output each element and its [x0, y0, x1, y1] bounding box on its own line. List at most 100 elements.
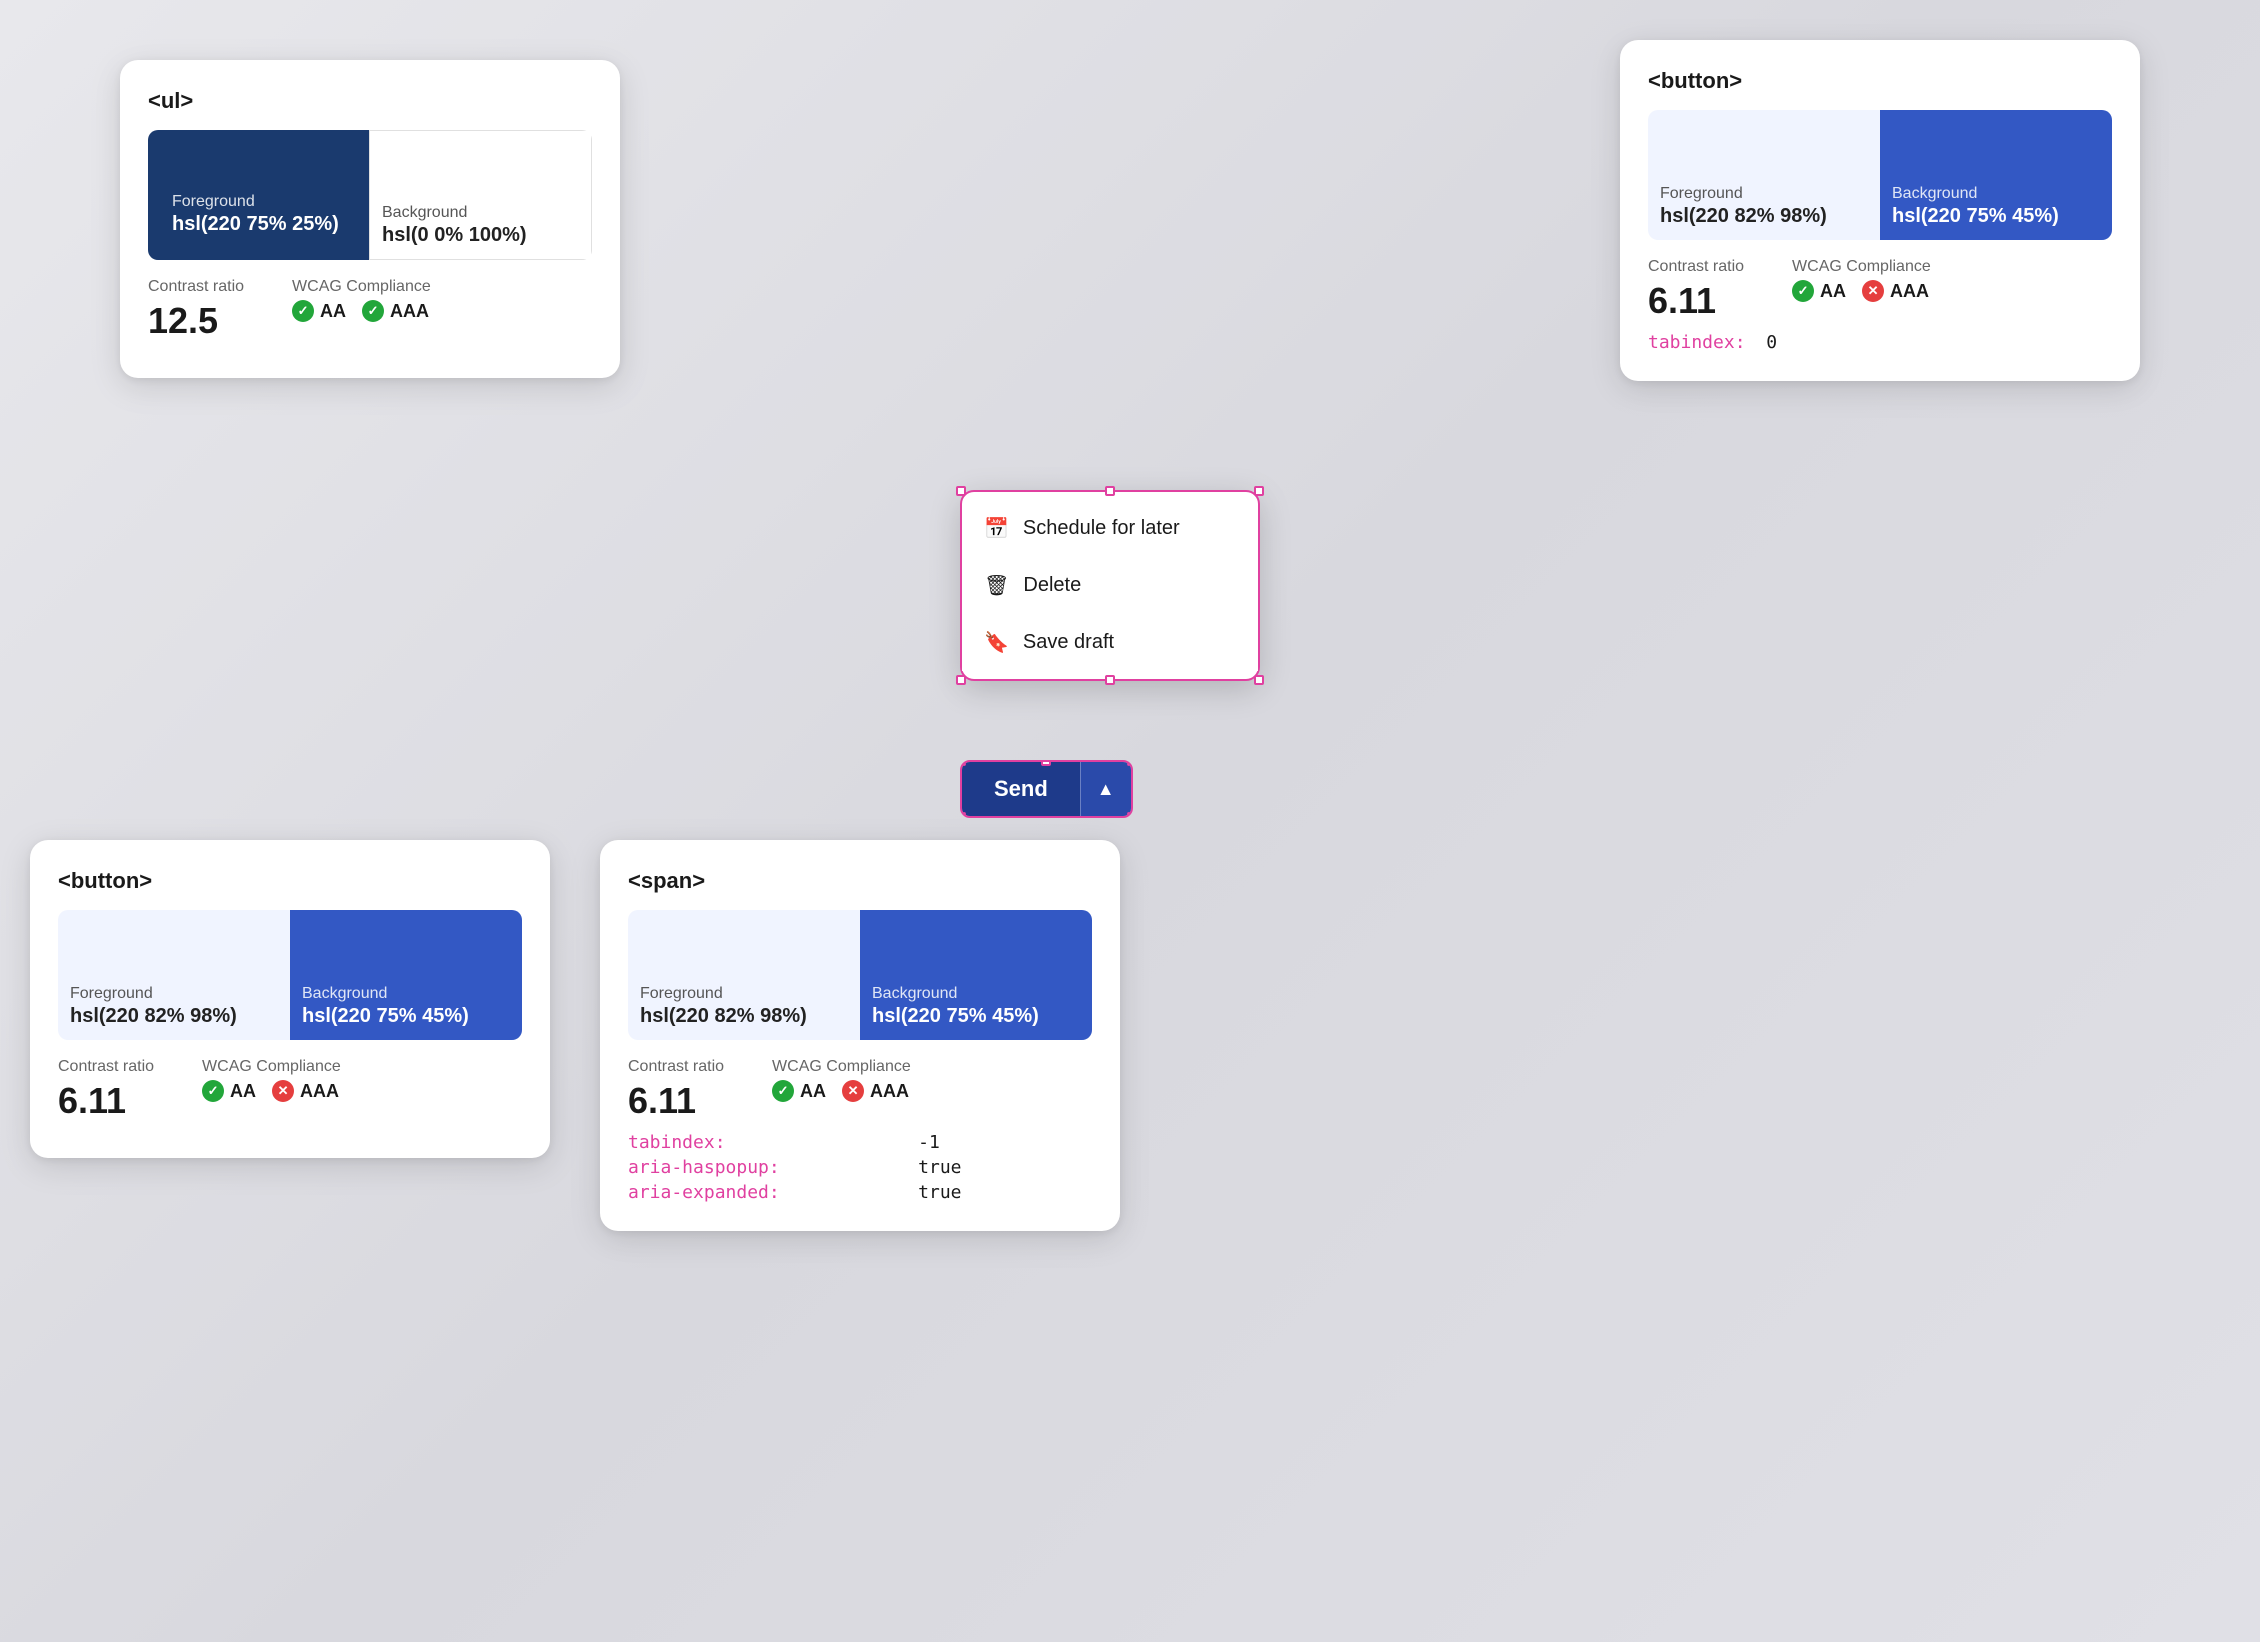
- contrast-label-btn-bl: Contrast ratio: [58, 1058, 154, 1076]
- aa-label-btn-bl: AA: [230, 1081, 256, 1102]
- aaa-label-ul: AAA: [390, 301, 429, 322]
- chevron-button[interactable]: ▲: [1080, 762, 1131, 816]
- handle-br-dropdown: [1254, 675, 1264, 685]
- aa-label-ul: AA: [320, 301, 346, 322]
- wcag-badges-span-br: ✓ AA ✕ AAA: [772, 1080, 911, 1102]
- badge-aaa-btn-tr: ✕ AAA: [1862, 280, 1929, 302]
- aria-haspopup-attr-value-span-br: true: [918, 1157, 1092, 1178]
- aa-label-btn-tr: AA: [1820, 281, 1846, 302]
- save-draft-label: Save draft: [1023, 631, 1114, 654]
- info-row-span-br: Contrast ratio 6.11 WCAG Compliance ✓ AA…: [628, 1058, 1092, 1122]
- aa-pass-icon-span-br: ✓: [772, 1080, 794, 1102]
- fg-label-span-br: Foreground: [640, 985, 848, 1003]
- wcag-label-btn-bl: WCAG Compliance: [202, 1058, 341, 1076]
- aaa-label-span-br: AAA: [870, 1081, 909, 1102]
- bg-value-ul: hsl(0 0% 100%): [382, 224, 579, 247]
- handle-tl-dropdown: [956, 486, 966, 496]
- aria-expanded-attr-value-span-br: true: [918, 1182, 1092, 1203]
- wcag-label-span-br: WCAG Compliance: [772, 1058, 911, 1076]
- tabindex-row-btn-tr: tabindex: 0: [1648, 332, 2112, 353]
- contrast-group-btn-bl: Contrast ratio 6.11: [58, 1058, 154, 1122]
- aaa-fail-icon-btn-tr: ✕: [1862, 280, 1884, 302]
- fg-label-btn-bl: Foreground: [70, 985, 278, 1003]
- bg-label-ul: Background: [382, 204, 579, 222]
- aa-pass-icon-btn-bl: ✓: [202, 1080, 224, 1102]
- aaa-fail-icon-span-br: ✕: [842, 1080, 864, 1102]
- color-swatches-span-br: Foreground hsl(220 82% 98%) Background h…: [628, 910, 1092, 1040]
- swatch-background-span-br: Background hsl(220 75% 45%): [860, 910, 1092, 1040]
- card-btn-tr-tag: <button>: [1648, 68, 2112, 94]
- wcag-badges-ul: ✓ AA ✓ AAA: [292, 300, 431, 322]
- badge-aaa-span-br: ✕ AAA: [842, 1080, 909, 1102]
- bg-value-span-br: hsl(220 75% 45%): [872, 1005, 1080, 1028]
- fg-value-ul: hsl(220 75% 25%): [172, 213, 345, 236]
- aria-expanded-attr-name-span-br: aria-expanded:: [628, 1182, 910, 1203]
- color-swatches-btn-bl: Foreground hsl(220 82% 98%) Background h…: [58, 910, 522, 1040]
- handle-tr-dropdown: [1254, 486, 1264, 496]
- handle-br-send: [1127, 812, 1133, 818]
- wcag-group-span-br: WCAG Compliance ✓ AA ✕ AAA: [772, 1058, 911, 1102]
- bg-value-btn-bl: hsl(220 75% 45%): [302, 1005, 510, 1028]
- contrast-value-btn-bl: 6.11: [58, 1080, 154, 1122]
- send-button[interactable]: Send: [962, 762, 1080, 816]
- info-row-ul: Contrast ratio 12.5 WCAG Compliance ✓ AA…: [148, 278, 592, 342]
- aaa-label-btn-bl: AAA: [300, 1081, 339, 1102]
- schedule-label: Schedule for later: [1023, 517, 1180, 540]
- bg-label-btn-bl: Background: [302, 985, 510, 1003]
- swatch-background-btn-bl: Background hsl(220 75% 45%): [290, 910, 522, 1040]
- contrast-value-ul: 12.5: [148, 300, 244, 342]
- delete-label: Delete: [1023, 574, 1081, 597]
- wcag-group-ul: WCAG Compliance ✓ AA ✓ AAA: [292, 278, 431, 322]
- trash-icon: 🗑: [984, 573, 1009, 598]
- aa-pass-icon-ul: ✓: [292, 300, 314, 322]
- handle-bl-send: [960, 812, 966, 818]
- fg-value-span-br: hsl(220 82% 98%): [640, 1005, 848, 1028]
- wcag-group-btn-bl: WCAG Compliance ✓ AA ✕ AAA: [202, 1058, 341, 1102]
- contrast-group-ul: Contrast ratio 12.5: [148, 278, 244, 342]
- badge-aa-btn-bl: ✓ AA: [202, 1080, 256, 1102]
- handle-tr-send: [1127, 760, 1133, 766]
- tabindex-attr-name-btn-tr: tabindex:: [1648, 332, 1746, 353]
- contrast-value-span-br: 6.11: [628, 1080, 724, 1122]
- wcag-group-btn-tr: WCAG Compliance ✓ AA ✕ AAA: [1792, 258, 1931, 302]
- dropdown-item-delete[interactable]: 🗑 Delete: [962, 557, 1258, 614]
- badge-aa-ul: ✓ AA: [292, 300, 346, 322]
- wcag-badges-btn-bl: ✓ AA ✕ AAA: [202, 1080, 341, 1102]
- tabindex-attr-value-span-br: -1: [918, 1132, 1092, 1153]
- bg-value-btn-tr: hsl(220 75% 45%): [1892, 205, 2100, 228]
- contrast-group-span-br: Contrast ratio 6.11: [628, 1058, 724, 1122]
- swatch-background-btn-tr: Background hsl(220 75% 45%): [1880, 110, 2112, 240]
- swatch-foreground-span-br: Foreground hsl(220 82% 98%): [628, 910, 860, 1040]
- aria-haspopup-attr-name-span-br: aria-haspopup:: [628, 1157, 910, 1178]
- handle-tc-dropdown: [1105, 486, 1115, 496]
- swatch-foreground-btn-tr: Foreground hsl(220 82% 98%): [1648, 110, 1880, 240]
- aaa-label-btn-tr: AAA: [1890, 281, 1929, 302]
- wcag-label-btn-tr: WCAG Compliance: [1792, 258, 1931, 276]
- color-swatches-ul: Foreground hsl(220 75% 25%) Background h…: [148, 130, 592, 260]
- aa-pass-icon-btn-tr: ✓: [1792, 280, 1814, 302]
- fg-label-ul: Foreground: [172, 193, 345, 211]
- card-ul: <ul> Foreground hsl(220 75% 25%) Backgro…: [120, 60, 620, 378]
- dropdown-item-schedule[interactable]: 📅 Schedule for later: [962, 500, 1258, 557]
- badge-aaa-btn-bl: ✕ AAA: [272, 1080, 339, 1102]
- wcag-badges-btn-tr: ✓ AA ✕ AAA: [1792, 280, 1931, 302]
- wcag-label-ul: WCAG Compliance: [292, 278, 431, 296]
- contrast-label-span-br: Contrast ratio: [628, 1058, 724, 1076]
- contrast-label-btn-tr: Contrast ratio: [1648, 258, 1744, 276]
- calendar-icon: 📅: [984, 516, 1009, 541]
- swatch-foreground-ul: Foreground hsl(220 75% 25%): [148, 130, 369, 260]
- card-button-top-right: <button> Foreground hsl(220 82% 98%) Bac…: [1620, 40, 2140, 381]
- card-span-bottom-right: <span> Foreground hsl(220 82% 98%) Backg…: [600, 840, 1120, 1231]
- dropdown-item-save-draft[interactable]: 🔖 Save draft: [962, 614, 1258, 671]
- send-button-group[interactable]: Send ▲: [960, 760, 1133, 818]
- attr-table-span-br: tabindex: -1 aria-haspopup: true aria-ex…: [628, 1132, 1092, 1203]
- handle-tc-send: [1041, 760, 1051, 766]
- card-button-bottom-left: <button> Foreground hsl(220 82% 98%) Bac…: [30, 840, 550, 1158]
- aaa-pass-icon-ul: ✓: [362, 300, 384, 322]
- swatch-foreground-btn-bl: Foreground hsl(220 82% 98%): [58, 910, 290, 1040]
- contrast-label-ul: Contrast ratio: [148, 278, 244, 296]
- bookmark-icon: 🔖: [984, 630, 1009, 655]
- bg-label-btn-tr: Background: [1892, 185, 2100, 203]
- handle-tl-send: [960, 760, 966, 766]
- fg-value-btn-bl: hsl(220 82% 98%): [70, 1005, 278, 1028]
